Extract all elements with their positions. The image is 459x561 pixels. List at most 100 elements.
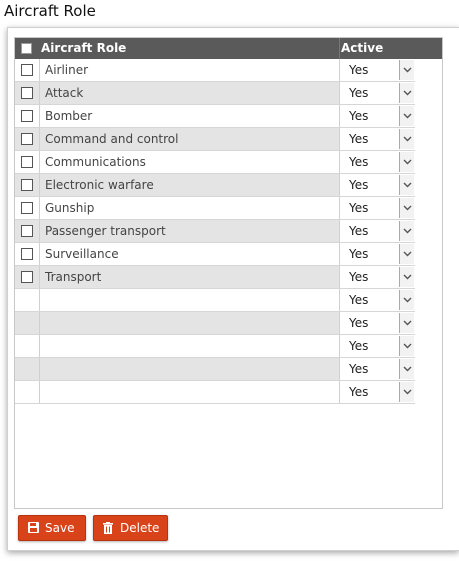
role-cell[interactable] xyxy=(40,381,340,403)
active-select[interactable]: Yes xyxy=(340,289,415,311)
chevron-down-icon xyxy=(403,320,412,326)
dropdown-button[interactable] xyxy=(399,198,414,218)
active-select-value: Yes xyxy=(349,316,369,330)
dropdown-button[interactable] xyxy=(399,129,414,149)
table-row[interactable]: Yes xyxy=(15,358,415,381)
select-all-checkbox[interactable] xyxy=(21,43,32,54)
active-select-value: Yes xyxy=(349,63,369,77)
active-select[interactable]: Yes xyxy=(340,312,415,334)
row-select-cell xyxy=(15,174,40,196)
dropdown-button[interactable] xyxy=(399,382,414,402)
table-row[interactable]: Gunship Yes xyxy=(15,197,415,220)
save-button[interactable]: Save xyxy=(18,515,86,541)
active-select[interactable]: Yes xyxy=(340,381,415,403)
role-cell[interactable] xyxy=(40,312,340,334)
dropdown-button[interactable] xyxy=(399,244,414,264)
role-cell[interactable]: Transport xyxy=(40,266,340,288)
role-cell[interactable] xyxy=(40,289,340,311)
table-row[interactable]: Passenger transport Yes xyxy=(15,220,415,243)
role-cell[interactable]: Communications xyxy=(40,151,340,173)
role-cell[interactable]: Bomber xyxy=(40,105,340,127)
dropdown-button[interactable] xyxy=(399,221,414,241)
chevron-down-icon xyxy=(403,67,412,73)
role-cell[interactable]: Surveillance xyxy=(40,243,340,265)
column-header-role[interactable]: Aircraft Role xyxy=(41,41,126,55)
row-select-cell xyxy=(15,312,40,334)
row-checkbox[interactable] xyxy=(21,133,33,145)
active-select[interactable]: Yes xyxy=(340,220,415,242)
active-select[interactable]: Yes xyxy=(340,174,415,196)
row-checkbox[interactable] xyxy=(21,110,33,122)
role-cell[interactable] xyxy=(40,335,340,357)
table-row[interactable]: Bomber Yes xyxy=(15,105,415,128)
chevron-down-icon xyxy=(403,90,412,96)
table-row[interactable]: Communications Yes xyxy=(15,151,415,174)
chevron-down-icon xyxy=(403,274,412,280)
active-select[interactable]: Yes xyxy=(340,243,415,265)
row-select-cell xyxy=(15,105,40,127)
row-checkbox[interactable] xyxy=(21,87,33,99)
dropdown-button[interactable] xyxy=(399,267,414,287)
chevron-down-icon xyxy=(403,113,412,119)
row-checkbox[interactable] xyxy=(21,179,33,191)
table-row[interactable]: Yes xyxy=(15,312,415,335)
active-select[interactable]: Yes xyxy=(340,59,415,81)
role-cell[interactable] xyxy=(40,358,340,380)
role-cell[interactable]: Attack xyxy=(40,82,340,104)
role-cell[interactable]: Airliner xyxy=(40,59,340,81)
active-select[interactable]: Yes xyxy=(340,151,415,173)
active-select-value: Yes xyxy=(349,362,369,376)
role-cell[interactable]: Command and control xyxy=(40,128,340,150)
dropdown-button[interactable] xyxy=(399,175,414,195)
trash-icon xyxy=(103,522,113,534)
active-select-value: Yes xyxy=(349,155,369,169)
dropdown-button[interactable] xyxy=(399,290,414,310)
active-select[interactable]: Yes xyxy=(340,197,415,219)
row-checkbox[interactable] xyxy=(21,156,33,168)
table-row[interactable]: Electronic warfare Yes xyxy=(15,174,415,197)
dropdown-button[interactable] xyxy=(399,106,414,126)
table-row[interactable]: Yes xyxy=(15,289,415,312)
table-row[interactable]: Yes xyxy=(15,335,415,358)
table-row[interactable]: Attack Yes xyxy=(15,82,415,105)
row-checkbox[interactable] xyxy=(21,248,33,260)
row-select-cell xyxy=(15,59,40,81)
row-select-cell xyxy=(15,128,40,150)
row-checkbox[interactable] xyxy=(21,225,33,237)
active-select[interactable]: Yes xyxy=(340,128,415,150)
page-title: Aircraft Role xyxy=(4,2,96,20)
table-row[interactable]: Command and control Yes xyxy=(15,128,415,151)
dropdown-button[interactable] xyxy=(399,152,414,172)
dropdown-button[interactable] xyxy=(399,336,414,356)
dropdown-button[interactable] xyxy=(399,60,414,80)
row-checkbox[interactable] xyxy=(21,271,33,283)
active-select-value: Yes xyxy=(349,293,369,307)
role-cell[interactable]: Gunship xyxy=(40,197,340,219)
row-select-cell xyxy=(15,335,40,357)
table-row[interactable]: Transport Yes xyxy=(15,266,415,289)
row-checkbox[interactable] xyxy=(21,202,33,214)
active-select[interactable]: Yes xyxy=(340,358,415,380)
row-checkbox[interactable] xyxy=(21,64,33,76)
table-row[interactable]: Airliner Yes xyxy=(15,59,415,82)
active-select[interactable]: Yes xyxy=(340,105,415,127)
active-select[interactable]: Yes xyxy=(340,266,415,288)
dropdown-button[interactable] xyxy=(399,359,414,379)
row-select-cell xyxy=(15,381,40,403)
chevron-down-icon xyxy=(403,228,412,234)
active-select[interactable]: Yes xyxy=(340,82,415,104)
role-cell[interactable]: Electronic warfare xyxy=(40,174,340,196)
dropdown-button[interactable] xyxy=(399,313,414,333)
dropdown-button[interactable] xyxy=(399,83,414,103)
role-cell[interactable]: Passenger transport xyxy=(40,220,340,242)
column-header-active[interactable]: Active xyxy=(341,41,383,55)
active-select-value: Yes xyxy=(349,132,369,146)
row-select-cell xyxy=(15,289,40,311)
delete-button[interactable]: Delete xyxy=(93,515,168,541)
chevron-down-icon xyxy=(403,389,412,395)
active-select-value: Yes xyxy=(349,201,369,215)
chevron-down-icon xyxy=(403,205,412,211)
table-row[interactable]: Yes xyxy=(15,381,415,404)
table-row[interactable]: Surveillance Yes xyxy=(15,243,415,266)
active-select[interactable]: Yes xyxy=(340,335,415,357)
